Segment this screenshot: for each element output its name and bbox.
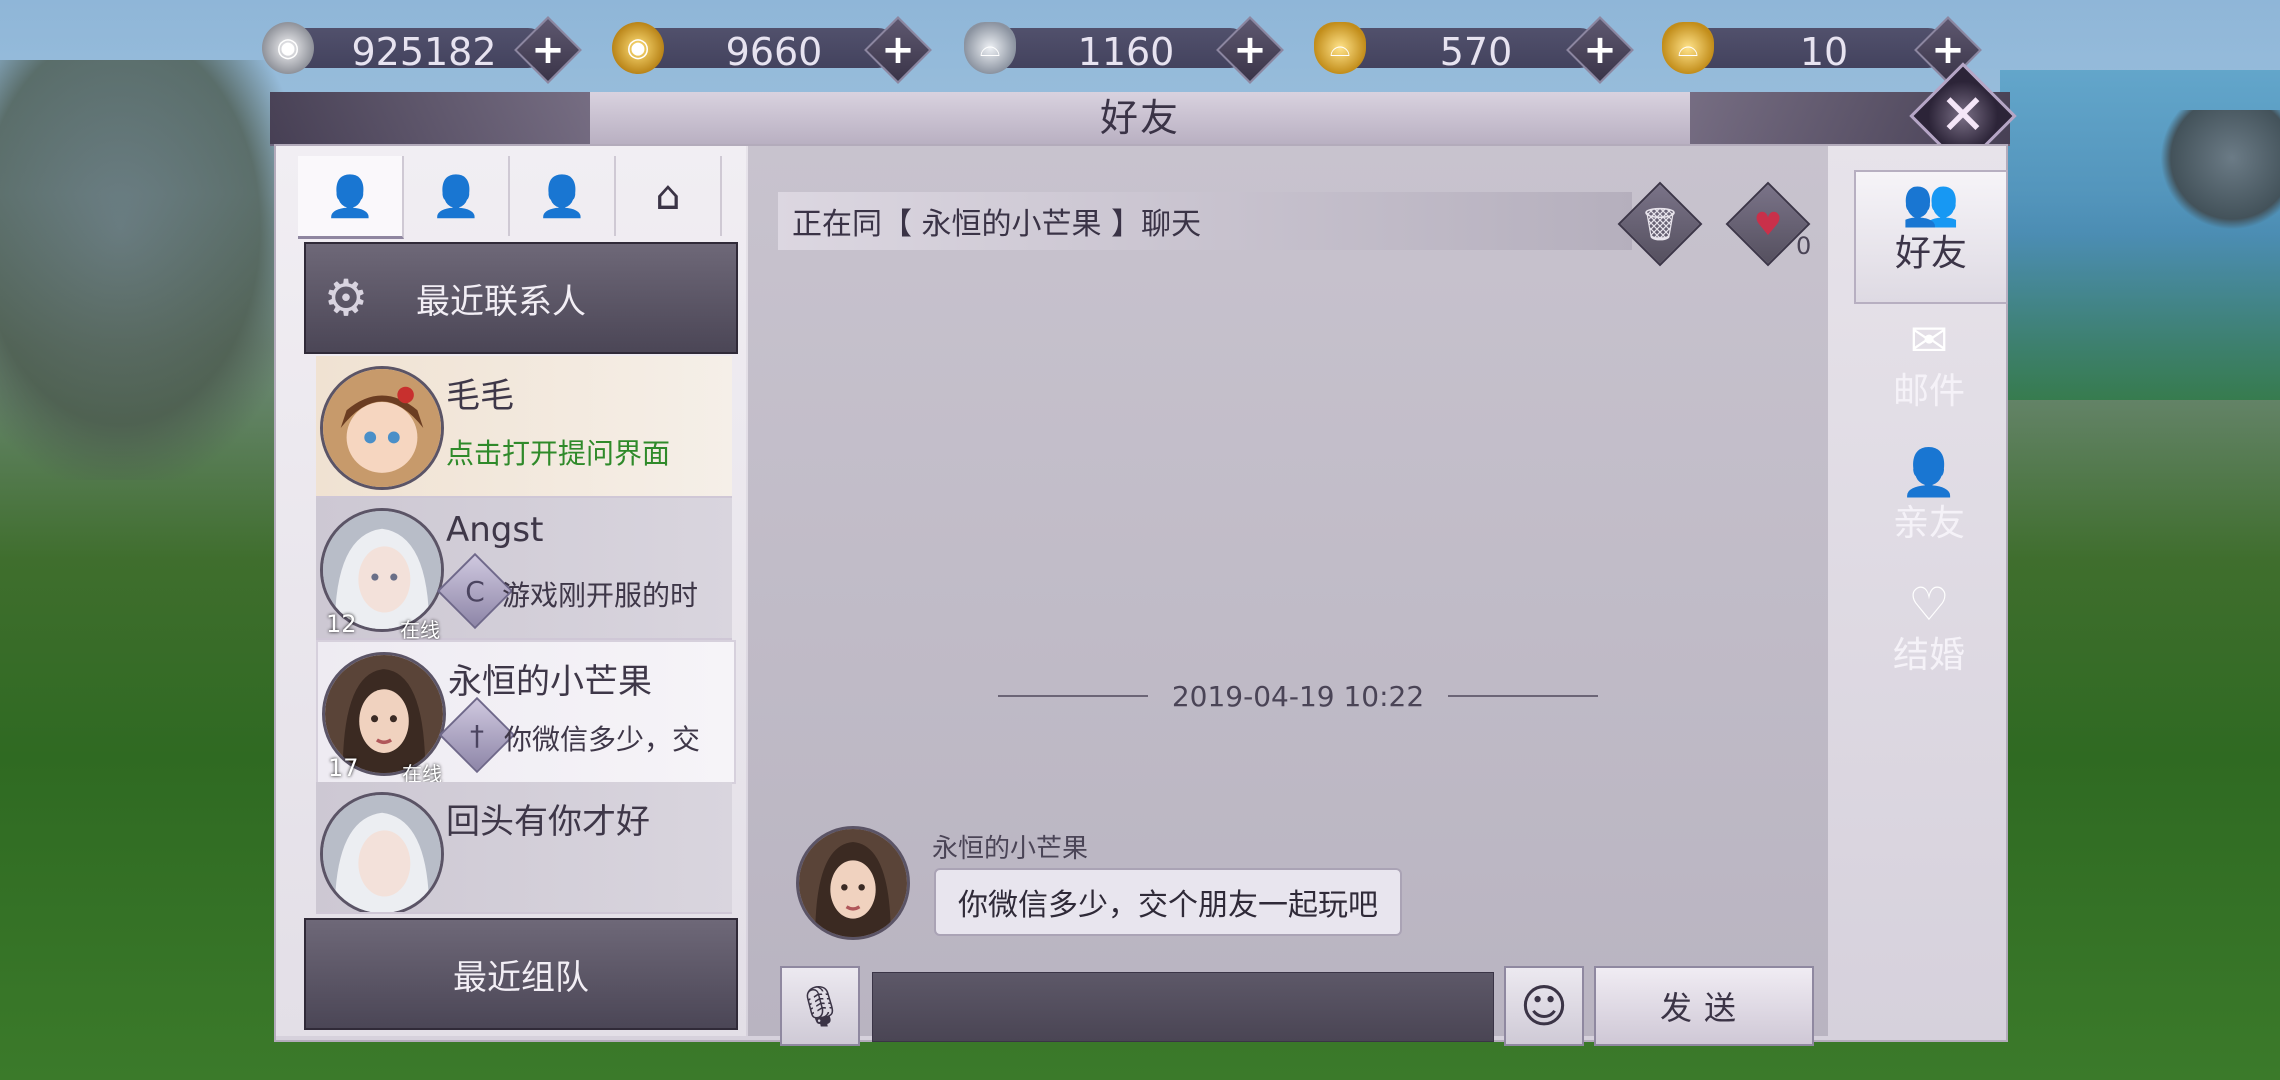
close-icon: ✕	[1939, 83, 1987, 148]
currency-locked-gold-ingot: ⌓ 570 +	[1314, 16, 1634, 84]
sender-name: 永恒的小芒果	[932, 834, 1089, 864]
contact-name: 永恒的小芒果	[448, 662, 652, 702]
section-title: 最近联系人	[416, 281, 586, 322]
add-locked-gold-ingot-button[interactable]: +	[1566, 16, 1634, 84]
currency-gold-ingot: ⌓ 10 +	[1662, 16, 1982, 84]
side-tab-label: 结婚	[1892, 635, 1965, 676]
intimacy-count: 0	[1796, 232, 1812, 260]
contact-name: Angst	[446, 510, 544, 550]
message-input[interactable]	[872, 972, 1494, 1042]
person-icon: 👤	[431, 173, 481, 220]
currency-value: 925182	[351, 30, 497, 74]
currency-value: 1160	[1077, 30, 1175, 74]
side-tab-label: 好友	[1894, 233, 1967, 274]
friends-window: 好友 ✕ 👤 👤 👤 ⌂ ⚙ 最近联系人 毛毛 点击打开提问界面 Angst C…	[270, 62, 2017, 1046]
date-separator: 2019-04-19 10:22	[998, 676, 1599, 716]
locked-gold-ingot-icon: ⌓	[1314, 22, 1366, 74]
currency-silver-ingot: ⌓ 1160 +	[964, 16, 1284, 84]
contact-item-selected[interactable]: 永恒的小芒果 † 你微信多少，交 17 在线	[316, 640, 736, 786]
side-tab-family[interactable]: 👤 亲友	[1854, 442, 2004, 572]
contacts-panel: 👤 👤 👤 ⌂ ⚙ 最近联系人 毛毛 点击打开提问界面 Angst C 游戏刚开…	[276, 146, 746, 1036]
avatar	[320, 792, 444, 912]
window-title: 好友	[1099, 96, 1180, 140]
contact-item[interactable]: Angst C 游戏刚开服的时 12 在线	[316, 498, 732, 642]
sender-avatar[interactable]	[796, 826, 910, 940]
gold-coin-icon: ◉	[612, 22, 664, 74]
contact-item[interactable]: 回头有你才好	[316, 782, 732, 914]
gold-ingot-icon: ⌓	[1662, 22, 1714, 74]
tab-home[interactable]: ⌂	[616, 156, 722, 236]
add-silver-ingot-button[interactable]: +	[1216, 16, 1284, 84]
microphone-icon: 🎙	[794, 983, 846, 1030]
add-person-icon: 👤	[537, 173, 587, 220]
contact-message: 游戏刚开服的时	[502, 579, 699, 612]
separator-line	[1448, 695, 1599, 697]
currency-bar: ◉ 925182 + ◉ 9660 + ⌓ 1160 + ⌓ 570 + ⌓ 1…	[262, 14, 1982, 84]
background-rock	[2160, 110, 2280, 230]
avatar	[320, 366, 444, 490]
tab-friend-list[interactable]: 👤	[404, 156, 510, 236]
currency-silver-coin: ◉ 925182 +	[262, 16, 582, 84]
side-tab-friends[interactable]: 👥 好友	[1854, 170, 2008, 304]
window-body: 👤 👤 👤 ⌂ ⚙ 最近联系人 毛毛 点击打开提问界面 Angst C 游戏刚开…	[274, 144, 2008, 1046]
contact-status: 在线	[400, 618, 440, 642]
marriage-icon: ♡	[1908, 577, 1950, 631]
trash-icon: 🗑	[1639, 205, 1681, 243]
side-tab-marriage[interactable]: ♡ 结婚	[1854, 574, 2004, 704]
recent-team-button[interactable]: 最近组队	[304, 918, 738, 1030]
silver-coin-icon: ◉	[262, 22, 314, 74]
contact-level: 12	[326, 610, 357, 638]
contact-item[interactable]: 毛毛 点击打开提问界面	[316, 356, 732, 498]
add-silver-coin-button[interactable]: +	[514, 16, 582, 84]
side-tabs: 👥 好友 ✉ 邮件 👤 亲友 ♡ 结婚	[1854, 170, 2008, 1030]
send-button[interactable]: 发送	[1594, 966, 1814, 1046]
contact-name: 毛毛	[446, 376, 514, 416]
family-icon: 👤	[1900, 445, 1958, 499]
side-tab-label: 邮件	[1892, 371, 1965, 412]
side-tab-mail[interactable]: ✉ 邮件	[1854, 310, 2004, 440]
chat-header: 正在同【 永恒的小芒果 】聊天	[778, 192, 1632, 250]
mail-icon: ✉	[1909, 313, 1949, 367]
contact-message: 你微信多少，交	[504, 723, 701, 756]
contact-name: 回头有你才好	[446, 802, 650, 842]
currency-gold-coin: ◉ 9660 +	[612, 16, 932, 84]
background-mountain	[0, 60, 300, 480]
chat-panel: 正在同【 永恒的小芒果 】聊天 🗑 ♥ 0 2019-04-19 10:22 永…	[748, 146, 1828, 1046]
gear-icon: ⚙	[323, 269, 369, 327]
contact-level: 17	[328, 754, 359, 782]
currency-value: 570	[1439, 30, 1513, 74]
home-heart-icon: ⌂	[655, 173, 681, 219]
tab-recent-contacts[interactable]: 👤	[298, 156, 404, 239]
contact-message: 点击打开提问界面	[446, 437, 671, 470]
contact-tabs: 👤 👤 👤 ⌂	[298, 156, 722, 239]
currency-value: 10	[1799, 30, 1849, 74]
heart-icon: ♥	[1753, 205, 1783, 243]
side-tab-label: 亲友	[1892, 503, 1965, 544]
recent-contacts-header[interactable]: ⚙ 最近联系人	[304, 242, 738, 354]
message-bubble: 你微信多少，交个朋友一起玩吧	[934, 868, 1402, 936]
silver-ingot-icon: ⌓	[964, 22, 1016, 74]
smiley-icon: ☺	[1520, 979, 1568, 1033]
currency-value: 9660	[725, 30, 823, 74]
tab-add-friend[interactable]: 👤	[510, 156, 616, 236]
voice-button[interactable]: 🎙	[780, 966, 860, 1046]
recent-contacts-icon: 👤	[325, 173, 375, 220]
title-bar: 好友	[270, 92, 2010, 146]
message-date: 2019-04-19 10:22	[1171, 679, 1425, 713]
friends-icon: 👥	[1902, 175, 1960, 229]
separator-line	[998, 695, 1148, 697]
add-gold-coin-button[interactable]: +	[864, 16, 932, 84]
emoji-button[interactable]: ☺	[1504, 966, 1584, 1046]
